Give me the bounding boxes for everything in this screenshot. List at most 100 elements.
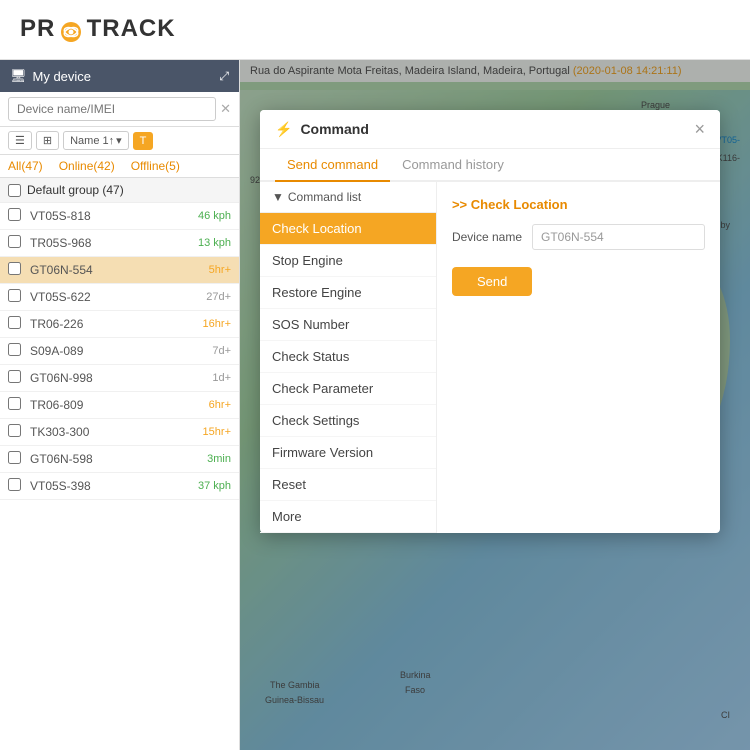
- header: PR TRACK: [0, 0, 750, 60]
- command-item[interactable]: Check Status: [260, 341, 436, 373]
- list-item[interactable]: VT05S-622 27d+: [0, 284, 239, 311]
- device-name-label: TR06-809: [30, 398, 209, 412]
- device-checkbox[interactable]: [8, 289, 21, 302]
- map-area: Rua do Aspirante Mota Freitas, Madeira I…: [240, 60, 750, 750]
- device-checkbox[interactable]: [8, 478, 21, 491]
- list-item[interactable]: TR06-809 6hr+: [0, 392, 239, 419]
- sidebar-toolbar: ☰ ⊞ Name 1↑ ▾ T: [0, 127, 239, 155]
- device-name-label: VT05S-818: [30, 209, 198, 223]
- device-checkbox[interactable]: [8, 343, 21, 356]
- device-status: 46 kph: [198, 210, 231, 222]
- dialog-tabs: Send command Command history: [260, 149, 720, 182]
- command-item[interactable]: Firmware Version: [260, 437, 436, 469]
- device-status: 5hr+: [209, 264, 231, 276]
- command-item[interactable]: Check Location: [260, 213, 436, 245]
- logo: PR TRACK: [20, 15, 176, 44]
- command-right-panel: >> Check Location Device name Send: [437, 182, 720, 533]
- command-item[interactable]: Check Settings: [260, 405, 436, 437]
- command-item[interactable]: More: [260, 501, 436, 533]
- tab-offline[interactable]: Offline(5): [123, 155, 188, 177]
- logo-icon: [60, 21, 82, 43]
- command-item[interactable]: Check Parameter: [260, 373, 436, 405]
- list-item[interactable]: TR06-226 16hr+: [0, 311, 239, 338]
- dialog-title: Command: [300, 121, 368, 137]
- command-item[interactable]: Reset: [260, 469, 436, 501]
- device-checkbox[interactable]: [8, 424, 21, 437]
- device-name-input[interactable]: [532, 224, 705, 250]
- device-checkbox[interactable]: [8, 370, 21, 383]
- color-btn[interactable]: T: [133, 132, 154, 150]
- device-icon: 🖥: [10, 68, 27, 84]
- group-checkbox[interactable]: [8, 184, 21, 197]
- command-items-list: Check LocationStop EngineRestore EngineS…: [260, 213, 436, 533]
- device-status: 16hr+: [203, 318, 231, 330]
- sidebar-header: 🖥 My device ⤢: [0, 60, 239, 92]
- list-item[interactable]: VT05S-818 46 kph: [0, 203, 239, 230]
- device-checkbox[interactable]: [8, 208, 21, 221]
- list-item[interactable]: TR05S-968 13 kph: [0, 230, 239, 257]
- device-name-label: VT05S-398: [30, 479, 198, 493]
- search-input[interactable]: [8, 97, 216, 121]
- selected-command-label: >> Check Location: [452, 197, 705, 212]
- tab-all[interactable]: All(47): [0, 155, 51, 177]
- collapse-icon[interactable]: ▼: [272, 190, 284, 204]
- sidebar-search[interactable]: ✕: [0, 92, 239, 127]
- device-name-label: GT06N-598: [30, 452, 207, 466]
- device-name-label: Device name: [452, 230, 522, 244]
- command-list-header: ▼ Command list: [260, 182, 436, 213]
- command-list-panel: ▼ Command list Check LocationStop Engine…: [260, 182, 437, 533]
- device-checkbox[interactable]: [8, 397, 21, 410]
- clear-icon[interactable]: ✕: [220, 101, 231, 117]
- sidebar-title: My device: [33, 69, 92, 84]
- group-label: Default group (47): [27, 183, 124, 197]
- tab-online[interactable]: Online(42): [51, 155, 123, 177]
- device-status: 27d+: [206, 291, 231, 303]
- list-item[interactable]: TK303-300 15hr+: [0, 419, 239, 446]
- command-item[interactable]: Stop Engine: [260, 245, 436, 277]
- device-name-label: TR05S-968: [30, 236, 198, 250]
- sort-btn[interactable]: Name 1↑ ▾: [63, 131, 129, 150]
- device-status: 15hr+: [203, 426, 231, 438]
- dialog-header: ⚡ Command ×: [260, 110, 720, 149]
- dialog-close-button[interactable]: ×: [694, 120, 705, 138]
- list-item[interactable]: S09A-089 7d+: [0, 338, 239, 365]
- device-group: Default group (47): [0, 178, 239, 203]
- sort-icon: ▾: [116, 134, 122, 147]
- tab-send-command[interactable]: Send command: [275, 149, 390, 182]
- device-name-label: GT06N-998: [30, 371, 212, 385]
- list-item[interactable]: VT05S-398 37 kph: [0, 473, 239, 500]
- device-checkbox[interactable]: [8, 451, 21, 464]
- device-checkbox[interactable]: [8, 316, 21, 329]
- command-item[interactable]: SOS Number: [260, 309, 436, 341]
- list-item[interactable]: GT06N-598 3min: [0, 446, 239, 473]
- list-item[interactable]: GT06N-554 5hr+: [0, 257, 239, 284]
- command-dialog: ⚡ Command × Send command Command history…: [260, 110, 720, 533]
- device-tabs: All(47) Online(42) Offline(5): [0, 155, 239, 178]
- device-status: 37 kph: [198, 480, 231, 492]
- list-icon-btn[interactable]: ☰: [8, 131, 32, 150]
- device-name-label: TK303-300: [30, 425, 203, 439]
- device-checkbox[interactable]: [8, 235, 21, 248]
- device-status: 3min: [207, 453, 231, 465]
- sidebar: 🖥 My device ⤢ ✕ ☰ ⊞ Name 1↑ ▾ T All(47) …: [0, 60, 240, 750]
- tab-command-history[interactable]: Command history: [390, 149, 516, 182]
- device-name-label: S09A-089: [30, 344, 212, 358]
- device-list: Default group (47) VT05S-818 46 kph TR05…: [0, 178, 239, 750]
- device-status: 13 kph: [198, 237, 231, 249]
- device-status: 6hr+: [209, 399, 231, 411]
- command-list-label: Command list: [288, 190, 361, 204]
- send-button[interactable]: Send: [452, 267, 532, 296]
- device-status: 7d+: [212, 345, 231, 357]
- command-item[interactable]: Restore Engine: [260, 277, 436, 309]
- device-name-row: Device name: [452, 224, 705, 250]
- device-name-label: VT05S-622: [30, 290, 206, 304]
- list-item[interactable]: GT06N-998 1d+: [0, 365, 239, 392]
- command-icon: ⚡: [275, 121, 292, 138]
- device-checkbox[interactable]: [8, 262, 21, 275]
- grid-icon-btn[interactable]: ⊞: [36, 131, 59, 150]
- dialog-body: ▼ Command list Check LocationStop Engine…: [260, 182, 720, 533]
- device-name-label: TR06-226: [30, 317, 203, 331]
- device-name-label: GT06N-554: [30, 263, 209, 277]
- expand-icon[interactable]: ⤢: [219, 69, 229, 84]
- device-status: 1d+: [212, 372, 231, 384]
